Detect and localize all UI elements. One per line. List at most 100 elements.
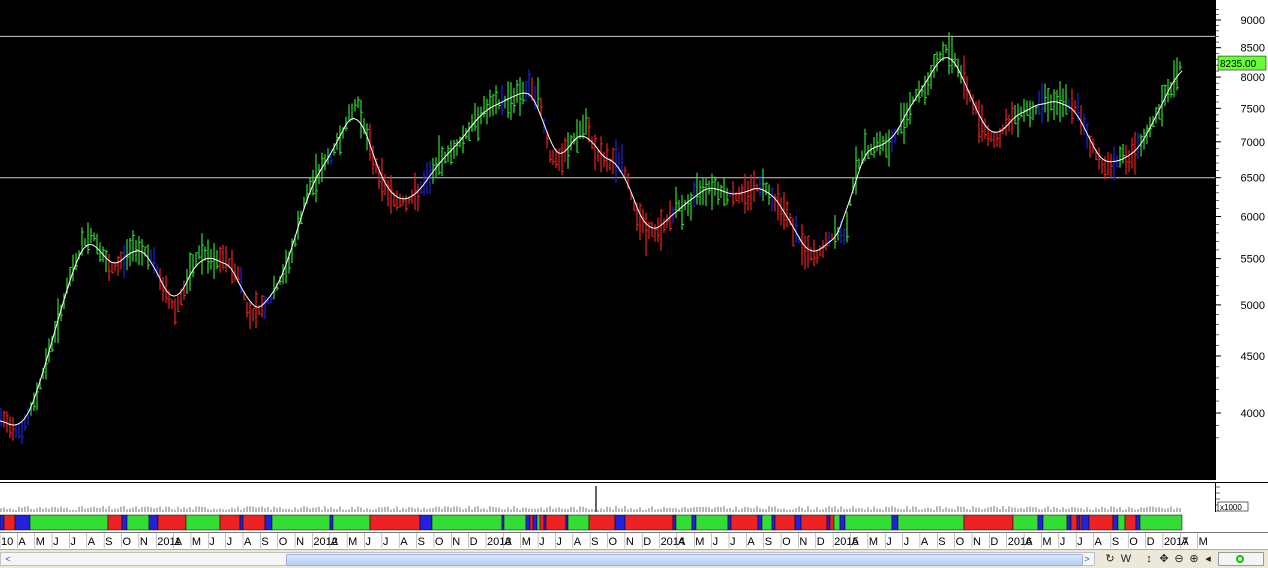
time-axis-label: A <box>678 536 686 548</box>
time-axis: 10 A M J J A S O N 2011 A M J J A S O N 2012 A M J J A S O N D 2013 A… <box>0 532 1268 549</box>
trend-band-segment <box>0 514 5 531</box>
trend-band <box>0 513 1215 532</box>
time-axis-label: D <box>470 536 478 548</box>
scroll-thumb[interactable] <box>286 554 1083 566</box>
trend-band-segment <box>1070 514 1078 531</box>
trend-band-segment <box>1117 514 1126 531</box>
time-axis-label: S <box>591 536 598 548</box>
trend-band-segment <box>1042 514 1068 531</box>
time-axis-label: J <box>1060 536 1066 548</box>
time-axis-label: J <box>730 536 736 548</box>
price-axis-label: 4500 <box>1241 351 1265 363</box>
volume-multiplier-label: x1000 <box>1220 503 1242 512</box>
price-chart-svg <box>0 32 1215 444</box>
trend-band-segment <box>148 514 159 531</box>
trend-band-segment <box>1081 514 1090 531</box>
trend-band-segment <box>185 514 221 531</box>
trend-band-segment <box>691 514 697 531</box>
trend-band-segment <box>242 514 266 531</box>
time-axis-label: A <box>400 536 408 548</box>
time-axis-label: J <box>886 536 892 548</box>
time-axis-label: O <box>279 536 288 548</box>
horizontal-scrollbar[interactable]: < > <box>0 552 1095 566</box>
price-axis-label: 6500 <box>1241 173 1265 185</box>
trend-band-segment <box>332 514 371 531</box>
trend-band-segment <box>672 514 677 531</box>
weekly-button[interactable]: W <box>1119 552 1133 566</box>
time-axis-label: N <box>452 536 460 548</box>
price-axis-label: 7500 <box>1241 103 1265 115</box>
time-axis-label: J <box>713 536 719 548</box>
time-axis-label: N <box>973 536 981 548</box>
trend-band-segment <box>264 514 273 531</box>
trend-band-segment <box>1112 514 1119 531</box>
trend-band-segment <box>126 514 150 531</box>
trend-band-segment <box>1139 514 1183 531</box>
time-axis-label: S <box>1112 536 1119 548</box>
trend-band-segment <box>695 514 729 531</box>
refresh-icon[interactable]: ↻ <box>1103 552 1117 566</box>
time-axis-label: A <box>1095 536 1103 548</box>
time-axis-label: J <box>383 536 389 548</box>
move-all-icon[interactable]: ✥ <box>1157 552 1171 566</box>
zoom-in-icon[interactable]: ⊕ <box>1187 552 1201 566</box>
time-axis-label: N <box>799 536 807 548</box>
time-axis-label: J <box>904 536 910 548</box>
time-axis-label: A <box>244 536 252 548</box>
time-axis-label: S <box>765 536 772 548</box>
trend-band-segment <box>329 514 334 531</box>
trend-band-segment <box>567 514 590 531</box>
time-axis-label: D <box>817 536 825 548</box>
trend-band-segment <box>543 514 547 531</box>
zoom-out-icon[interactable]: ⊖ <box>1172 552 1186 566</box>
price-axis-label: 7000 <box>1241 137 1265 149</box>
trend-band-segment <box>897 514 965 531</box>
time-axis-label: O <box>123 536 132 548</box>
trend-band-segment <box>29 514 109 531</box>
trend-band-segment <box>107 514 123 531</box>
trend-band-segment <box>157 514 187 531</box>
price-axis-label: 8000 <box>1241 72 1265 84</box>
time-axis-label: J <box>53 536 59 548</box>
trend-band-right <box>1215 513 1268 532</box>
time-axis-label: N <box>296 536 304 548</box>
trend-band-segment <box>829 514 835 531</box>
trend-band-segment <box>431 514 503 531</box>
price-axis-label: 5500 <box>1241 254 1265 266</box>
trend-band-segment <box>730 514 759 531</box>
chart-toolbar: < > ↻ W ↕ ✥ ⊖ ⊕ ◂ ▸ <box>0 549 1268 568</box>
time-axis-label: O <box>609 536 618 548</box>
trend-band-segment <box>675 514 693 531</box>
trend-band-segment <box>539 514 545 531</box>
time-axis-label: 10 <box>1 536 13 548</box>
trend-band-segment <box>1088 514 1114 531</box>
price-axis-label: 9000 <box>1241 15 1265 27</box>
price-axis: 4000 4500 5000 5500 6000 6500 7000 7500 8000 8500… <box>1215 0 1268 480</box>
scroll-right-button[interactable]: > <box>1080 553 1094 565</box>
trend-band-segment <box>369 514 421 531</box>
trend-band-svg <box>0 514 1183 531</box>
time-axis-label: S <box>418 536 425 548</box>
move-vertical-icon[interactable]: ↕ <box>1142 552 1156 566</box>
time-axis-label: M <box>192 536 201 548</box>
price-axis-label: 4000 <box>1241 408 1265 420</box>
trend-band-segment <box>14 514 31 531</box>
trend-band-segment <box>757 514 763 531</box>
price-chart[interactable] <box>0 0 1215 480</box>
time-axis-label: O <box>956 536 965 548</box>
trend-band-segment <box>565 514 569 531</box>
time-axis-label: A <box>504 536 512 548</box>
volume-svg <box>0 486 1181 512</box>
time-axis-label: J <box>209 536 215 548</box>
trend-band-segment <box>588 514 616 531</box>
trend-band-segment <box>833 514 841 531</box>
trend-band-segment <box>839 514 846 531</box>
trend-band-segment <box>1079 514 1083 531</box>
scroll-back-icon[interactable]: ◂ <box>1201 552 1215 566</box>
time-axis-label: D <box>990 536 998 548</box>
time-axis-label: A <box>331 536 339 548</box>
time-axis-label: O <box>782 536 791 548</box>
time-axis-label: M <box>36 536 45 548</box>
scroll-left-button[interactable]: < <box>1 553 15 565</box>
time-axis-label: M <box>695 536 704 548</box>
